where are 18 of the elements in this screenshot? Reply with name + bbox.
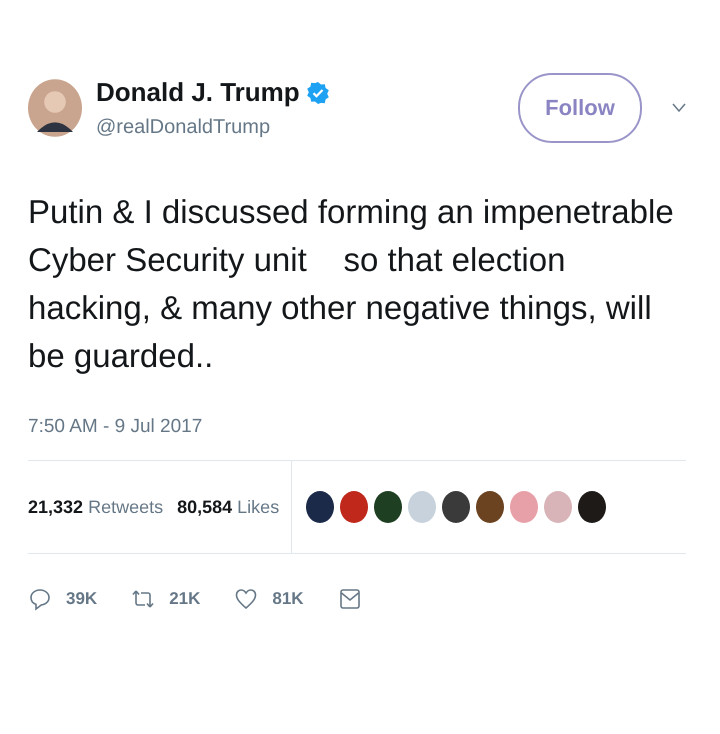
action-count: 21K: [169, 589, 200, 609]
liker-avatar[interactable]: [374, 491, 402, 523]
liker-avatar[interactable]: [578, 491, 606, 523]
author-name: Donald J. Trump: [96, 77, 300, 108]
heart-icon[interactable]: [234, 587, 258, 611]
liker-avatar[interactable]: [306, 491, 334, 523]
action-count: 39K: [66, 589, 98, 609]
liker-avatar[interactable]: [476, 491, 504, 523]
action-count: 81K: [272, 589, 304, 609]
stat-count[interactable]: 80,584 Likes: [177, 496, 280, 518]
stat-count[interactable]: 21,332 Retweets: [28, 496, 164, 518]
tweet-text: Putin & I discussed forming an impenetrable Cyber Security unit so that election hacking, & many other negative things, will be guarded..: [28, 192, 675, 376]
reply-icon[interactable]: [28, 587, 52, 611]
timestamp: 7:50 AM - 9 Jul 2017: [28, 416, 204, 438]
caret-icon[interactable]: [672, 103, 686, 113]
author-handle: @realDonaldTrump: [96, 116, 272, 139]
envelope-icon[interactable]: [338, 587, 362, 611]
liker-avatar[interactable]: [442, 491, 470, 523]
